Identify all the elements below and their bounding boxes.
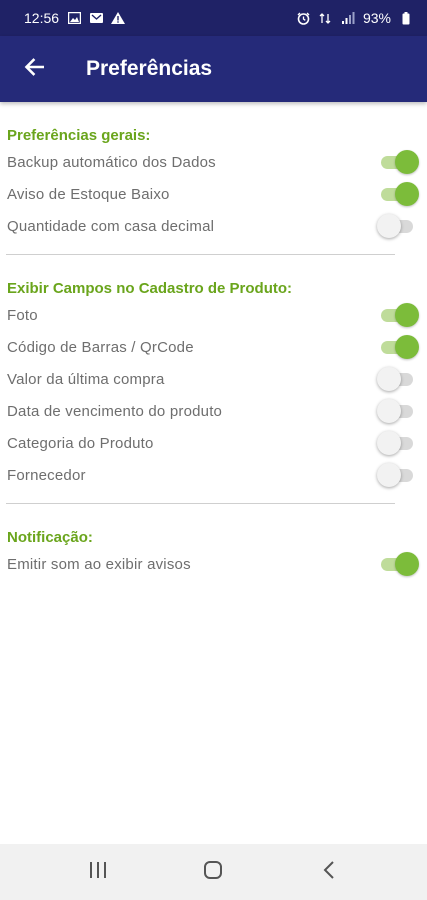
back-button[interactable] [0,36,68,102]
supplier-toggle[interactable] [377,462,419,488]
setting-label: Aviso de Estoque Baixo [7,185,170,203]
setting-label: Backup automático dos Dados [7,153,216,171]
setting-label: Emitir som ao exibir avisos [7,555,191,573]
section-title: Exibir Campos no Cadastro de Produto: [7,280,293,297]
status-bar: 12:56 93% [0,0,427,36]
expiration-date-toggle[interactable] [377,398,419,424]
section-title: Preferências gerais: [7,127,151,144]
setting-row-last-purchase-value: Valor da última compra [0,363,427,395]
battery-percentage: 93% [362,10,391,26]
section-product-fields: Exibir Campos no Cadastro de Produto: Fo… [0,255,427,504]
setting-row-low-stock: Aviso de Estoque Baixo [0,178,427,210]
setting-row-decimal-quantity: Quantidade com casa decimal [0,210,427,242]
arrow-back-icon [24,57,45,81]
low-stock-toggle[interactable] [377,181,419,207]
page-title: Preferências [86,57,213,80]
setting-row-supplier: Fornecedor [0,459,427,491]
section-general-preferences: Preferências gerais: Backup automático d… [0,102,427,255]
data-signal-icon [319,11,333,25]
message-notification-icon [89,11,103,25]
warning-icon [111,11,126,25]
status-time: 12:56 [24,10,60,26]
gallery-notification-icon [67,11,81,25]
app-bar: Preferências [0,36,427,102]
setting-row-expiration-date: Data de vencimento do produto [0,395,427,427]
recent-apps-button[interactable] [68,844,128,900]
battery-icon [399,11,413,25]
home-button[interactable] [183,844,243,900]
home-icon [203,860,223,885]
section-notification: Notificação: Emitir som ao exibir avisos [0,504,427,580]
system-navigation-bar [0,844,427,900]
setting-row-barcode: Código de Barras / QrCode [0,331,427,363]
status-left: 12:56 [24,10,126,26]
setting-label: Código de Barras / QrCode [7,338,194,356]
setting-row-category: Categoria do Produto [0,427,427,459]
alarm-icon [297,11,311,25]
setting-label: Data de vencimento do produto [7,402,223,420]
recent-apps-icon [88,861,108,884]
signal-strength-icon [341,11,355,25]
section-title: Notificação: [7,529,93,546]
back-nav-button[interactable] [299,844,359,900]
setting-row-sound-alerts: Emitir som ao exibir avisos [0,548,427,580]
decimal-quantity-toggle[interactable] [377,213,419,239]
setting-label: Quantidade com casa decimal [7,217,215,235]
setting-label: Foto [7,306,38,324]
sound-alerts-toggle[interactable] [377,551,419,577]
barcode-toggle[interactable] [377,334,419,360]
setting-row-backup: Backup automático dos Dados [0,146,427,178]
setting-label: Valor da última compra [7,370,165,388]
photo-toggle[interactable] [377,302,419,328]
setting-label: Fornecedor [7,466,86,484]
category-toggle[interactable] [377,430,419,456]
preferences-list: Preferências gerais: Backup automático d… [0,102,427,580]
backup-toggle[interactable] [377,149,419,175]
setting-row-photo: Foto [0,299,427,331]
status-right: 93% [297,10,413,26]
chevron-left-icon [322,860,336,885]
last-purchase-value-toggle[interactable] [377,366,419,392]
setting-label: Categoria do Produto [7,434,154,452]
